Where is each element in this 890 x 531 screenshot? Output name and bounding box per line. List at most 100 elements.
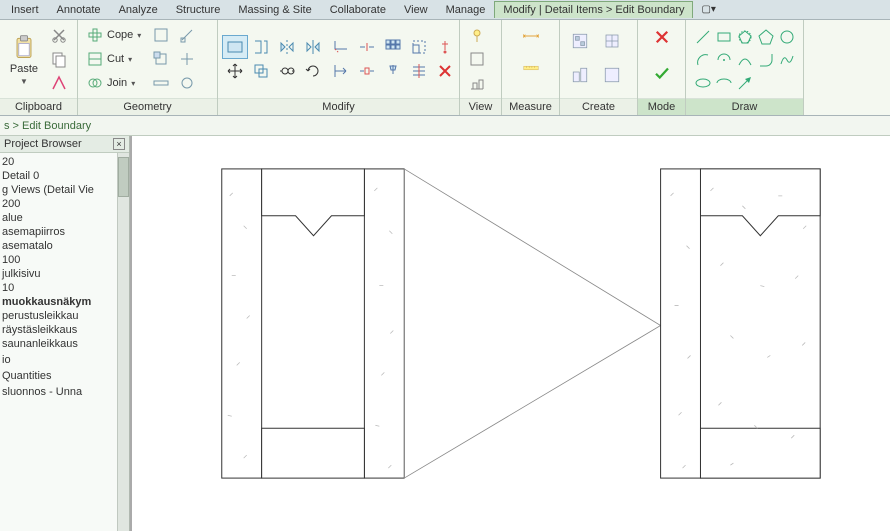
tree-node[interactable]: 10 — [0, 281, 129, 295]
pin-button[interactable] — [380, 59, 406, 83]
create-parts-button[interactable] — [596, 59, 628, 91]
tab-structure[interactable]: Structure — [167, 1, 230, 19]
tab-view[interactable]: View — [395, 1, 437, 19]
scale-button[interactable] — [406, 35, 432, 59]
cut-icon-button[interactable] — [46, 23, 72, 47]
close-icon[interactable]: × — [113, 138, 125, 150]
trim-single-button[interactable] — [328, 59, 354, 83]
panel-view: View — [460, 20, 502, 115]
cope-label: Cope — [107, 29, 133, 41]
chevron-down-icon: ▾ — [137, 31, 141, 40]
rotate-button[interactable] — [300, 59, 326, 83]
panel-label-measure: Measure — [502, 98, 559, 115]
project-browser: Project Browser × 20 Detail 0 g Views (D… — [0, 136, 130, 531]
paste-button[interactable]: Paste ▼ — [4, 23, 44, 95]
join-button[interactable]: Join ▾ — [82, 71, 146, 95]
mirror-draw-button[interactable] — [300, 35, 326, 59]
measure-button[interactable] — [508, 54, 554, 82]
panel-measure: Measure — [502, 20, 560, 115]
tab-analyze[interactable]: Analyze — [110, 1, 167, 19]
drawing-content — [132, 136, 890, 530]
offset-button[interactable] — [248, 59, 274, 83]
tree-node-active[interactable]: muokkausnäkym — [0, 295, 129, 309]
move-button[interactable] — [222, 59, 248, 83]
cut-geom-icon — [87, 51, 103, 67]
view-tool-3-button[interactable] — [464, 71, 490, 95]
array-button[interactable] — [380, 35, 406, 59]
panel-label-modify: Modify — [218, 98, 459, 115]
join-label: Join — [107, 77, 127, 89]
panel-create: Create — [560, 20, 638, 115]
geom-tool-2-button[interactable] — [174, 23, 200, 47]
geom-tool-1-button[interactable] — [148, 23, 174, 47]
cut-geom-label: Cut — [107, 53, 124, 65]
scrollbar-thumb[interactable] — [118, 157, 129, 197]
delete-button[interactable] — [432, 59, 458, 83]
split-element-button[interactable] — [354, 35, 380, 59]
tab-insert[interactable]: Insert — [2, 1, 48, 19]
tree-node[interactable]: 100 — [0, 253, 129, 267]
tree-node[interactable]: Detail 0 — [0, 169, 129, 183]
trim-extend-corner-button[interactable] — [328, 35, 354, 59]
chevron-down-icon: ▼ — [20, 77, 28, 86]
pick-lines-tool-button[interactable] — [732, 71, 758, 95]
copy-icon-button[interactable] — [46, 47, 72, 71]
tab-panel-toggle-icon[interactable]: ▢▾ — [701, 4, 715, 15]
panel-label-create: Create — [560, 98, 637, 115]
create-assembly-button[interactable] — [564, 59, 596, 91]
tab-annotate[interactable]: Annotate — [48, 1, 110, 19]
circle-tool-button[interactable] — [774, 25, 800, 49]
panel-label-draw: Draw — [686, 98, 803, 115]
match-type-icon-button[interactable] — [46, 71, 72, 95]
tree-node[interactable]: julkisivu — [0, 267, 129, 281]
split-gap-button[interactable] — [354, 59, 380, 83]
panel-clipboard: Paste ▼ Clipboard — [0, 20, 78, 115]
aligned-dimension-button[interactable] — [508, 22, 554, 50]
project-browser-title-bar: Project Browser × — [0, 136, 129, 153]
geom-tool-6-button[interactable] — [174, 71, 200, 95]
tree-node[interactable]: saunanleikkaus — [0, 337, 129, 351]
tree-node[interactable]: asemapiirros — [0, 225, 129, 239]
tree-node[interactable]: räystäsleikkaus — [0, 323, 129, 337]
cope-button[interactable]: Cope ▾ — [82, 23, 146, 47]
spline-tool-button[interactable] — [774, 48, 800, 72]
tab-massing-site[interactable]: Massing & Site — [229, 1, 320, 19]
tree-node[interactable]: io — [0, 353, 129, 367]
finish-edit-button[interactable] — [645, 58, 679, 88]
unpin-button[interactable] — [432, 35, 458, 59]
tree-node[interactable]: g Views (Detail Vie — [0, 183, 129, 197]
project-browser-tree[interactable]: 20 Detail 0 g Views (Detail Vie 200 alue… — [0, 153, 129, 531]
project-browser-title: Project Browser — [4, 138, 82, 150]
geom-tool-3-button[interactable] — [148, 47, 174, 71]
tree-node[interactable]: asematalo — [0, 239, 129, 253]
trim-multiple-button[interactable] — [406, 59, 432, 83]
tree-node[interactable]: 20 — [0, 155, 129, 169]
chevron-down-icon: ▾ — [131, 79, 135, 88]
cancel-edit-button[interactable] — [645, 22, 679, 52]
workspace: Project Browser × 20 Detail 0 g Views (D… — [0, 136, 890, 531]
geom-tool-4-button[interactable] — [174, 47, 200, 71]
drawing-canvas[interactable] — [130, 136, 890, 531]
view-tool-2-button[interactable] — [464, 47, 490, 71]
tree-node[interactable]: sluonnos - Unna — [0, 385, 129, 399]
align-button[interactable] — [248, 35, 274, 59]
chevron-down-icon: ▾ — [128, 55, 132, 64]
tab-collaborate[interactable]: Collaborate — [321, 1, 395, 19]
create-group-button[interactable] — [564, 25, 596, 57]
tree-node[interactable]: Quantities — [0, 369, 129, 383]
copy-button[interactable] — [274, 59, 300, 83]
activate-dims-button[interactable] — [222, 35, 248, 59]
tab-modify-context[interactable]: Modify | Detail Items > Edit Boundary — [494, 1, 693, 18]
scrollbar[interactable] — [117, 153, 129, 531]
create-similar-button[interactable] — [596, 25, 628, 57]
panel-mode: Mode — [638, 20, 686, 115]
tree-node[interactable]: alue — [0, 211, 129, 225]
view-tool-1-button[interactable] — [464, 23, 490, 47]
geom-tool-5-button[interactable] — [148, 71, 174, 95]
cut-geom-button[interactable]: Cut ▾ — [82, 47, 146, 71]
join-icon — [87, 75, 103, 91]
mirror-axis-button[interactable] — [274, 35, 300, 59]
tab-manage[interactable]: Manage — [437, 1, 495, 19]
tree-node[interactable]: 200 — [0, 197, 129, 211]
tree-node[interactable]: perustusleikkau — [0, 309, 129, 323]
